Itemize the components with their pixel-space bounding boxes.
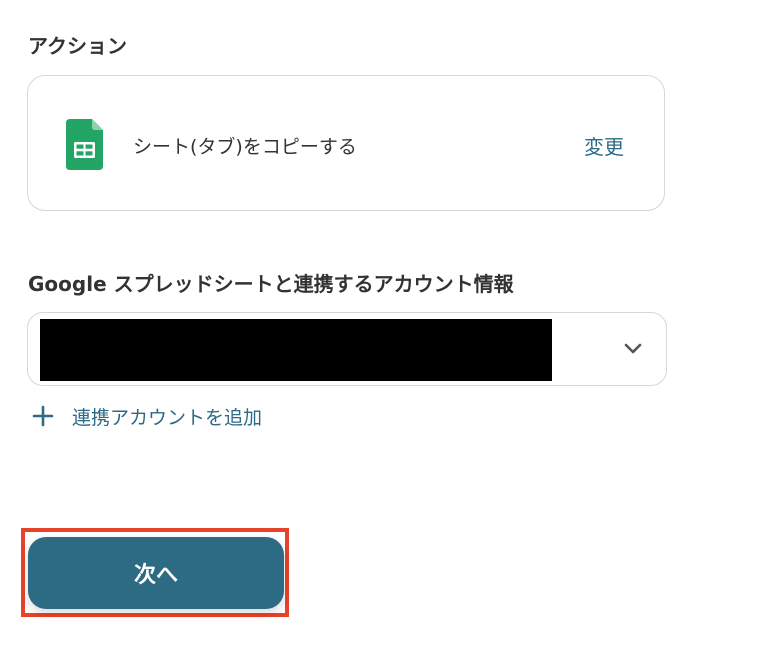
redacted-account-value	[40, 319, 552, 381]
account-select[interactable]	[27, 312, 667, 386]
account-section-label: Google スプレッドシートと連携するアカウント情報	[28, 272, 514, 296]
action-card: シート(タブ)をコピーする 変更	[27, 75, 665, 211]
action-section-label: アクション	[28, 34, 127, 58]
chevron-down-icon	[624, 343, 642, 354]
add-account-label: 連携アカウントを追加	[72, 406, 263, 429]
change-action-link[interactable]: 変更	[584, 131, 624, 160]
action-name: シート(タブ)をコピーする	[133, 136, 357, 158]
add-account-button[interactable]: 連携アカウントを追加	[32, 400, 262, 432]
next-button[interactable]: 次へ	[28, 537, 284, 609]
plus-icon	[32, 405, 54, 427]
google-sheets-icon	[66, 119, 103, 170]
account-settings-page: アクション シート(タブ)をコピーする 変更 Google スプレッドシートと連…	[0, 0, 764, 660]
